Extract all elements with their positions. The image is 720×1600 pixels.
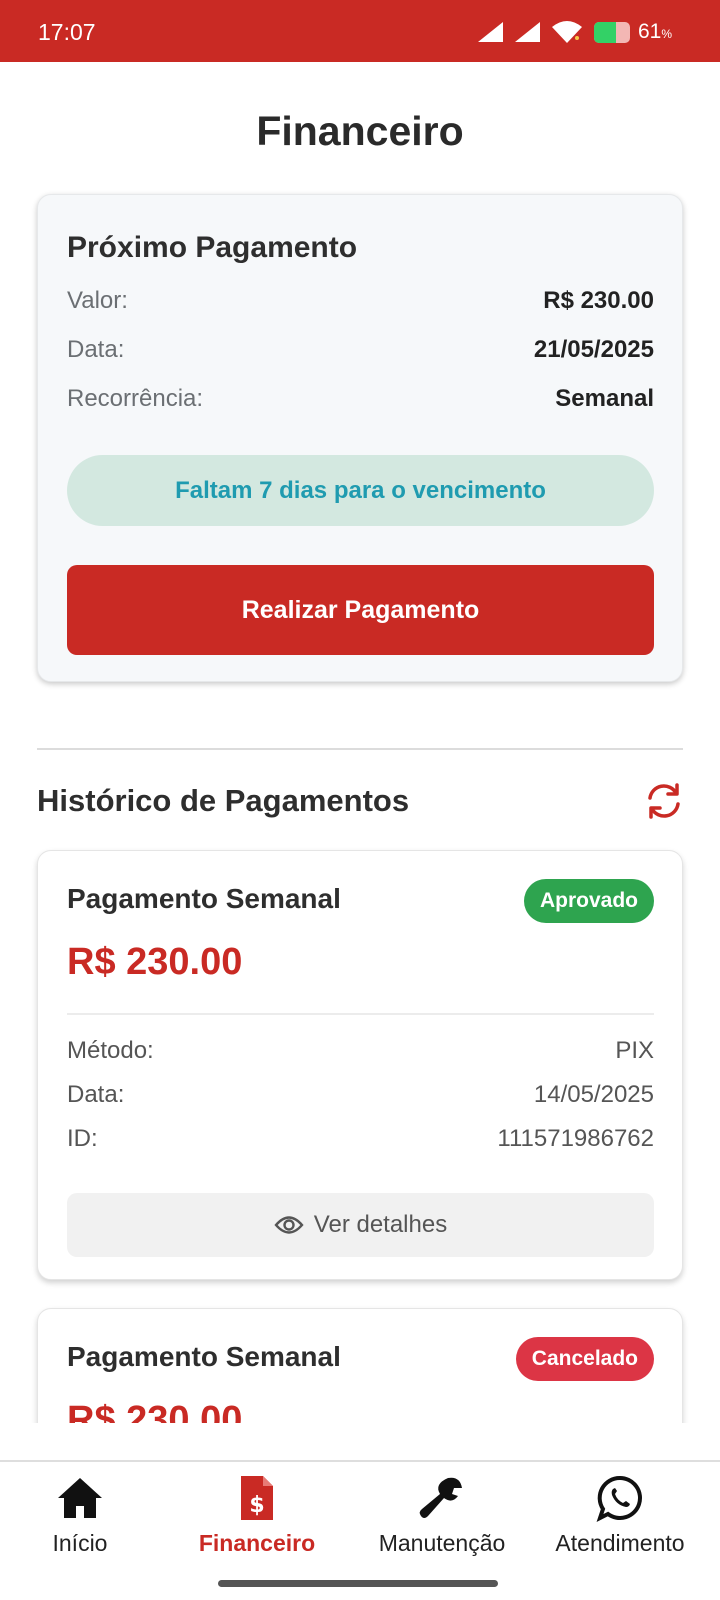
- home-icon: [58, 1478, 102, 1518]
- view-details-label: Ver detalhes: [313, 1211, 448, 1238]
- method-label: Método:: [67, 1037, 154, 1064]
- date-label: Data:: [67, 336, 125, 363]
- nav-label-atendimento: Atendimento: [555, 1530, 685, 1556]
- payment-date-row: Data: 14/05/2025: [67, 1081, 654, 1109]
- svg-text:$: $: [249, 1493, 264, 1518]
- make-payment-button[interactable]: Realizar Pagamento: [67, 565, 654, 655]
- nav-item-inicio[interactable]: Início: [0, 1474, 170, 1557]
- invoice-dollar-icon: $: [241, 1476, 273, 1520]
- payment-id-value: 111571986762: [497, 1125, 654, 1152]
- payment-card: Pagamento Semanal Cancelado R$ 230.00: [37, 1308, 683, 1423]
- value-label: Valor:: [67, 287, 128, 314]
- date-value: 21/05/2025: [533, 336, 654, 363]
- nav-item-financeiro[interactable]: $ Financeiro: [167, 1474, 347, 1557]
- next-payment-value-row: Valor: R$ 230.00: [67, 287, 654, 315]
- wrench-icon: [419, 1477, 462, 1518]
- payment-amount: R$ 230.00: [67, 941, 243, 983]
- next-payment-card: Próximo Pagamento Valor: R$ 230.00 Data:…: [37, 194, 683, 682]
- history-title: Histórico de Pagamentos: [37, 783, 410, 818]
- cell-signal-icon: [477, 22, 503, 42]
- card-divider: [67, 1013, 654, 1015]
- payment-history-list[interactable]: Pagamento Semanal Aprovado R$ 230.00 Mét…: [0, 840, 720, 1423]
- status-badge: Cancelado: [515, 1337, 654, 1381]
- due-notice: Faltam 7 dias para o vencimento: [67, 455, 654, 526]
- nav-label-inicio: Início: [52, 1530, 108, 1556]
- nav-label-manutencao: Manutenção: [378, 1530, 506, 1556]
- nav-item-manutencao[interactable]: Manutenção: [352, 1474, 532, 1557]
- cell-signal-2-icon: [514, 22, 540, 42]
- value-amount: R$ 230.00: [543, 287, 654, 314]
- status-icons: 61%: [477, 20, 672, 44]
- battery-fill: [593, 21, 616, 43]
- battery-icon: [593, 21, 630, 43]
- next-payment-recurrence-row: Recorrência: Semanal: [67, 385, 654, 413]
- payment-date-value: 14/05/2025: [533, 1081, 654, 1108]
- nav-label-financeiro: Financeiro: [198, 1530, 316, 1556]
- page-title: Financeiro: [256, 108, 464, 154]
- home-indicator[interactable]: [218, 1580, 498, 1587]
- payment-id-row: ID: 111571986762: [67, 1125, 654, 1153]
- payment-title: Pagamento Semanal: [67, 1341, 341, 1372]
- bottom-navigation: Início $ Financeiro Manutenção Atendimen…: [0, 1460, 720, 1600]
- battery-percentage: 61%: [637, 20, 672, 43]
- whatsapp-icon: [596, 1475, 642, 1522]
- recurrence-value: Semanal: [555, 385, 654, 412]
- method-value: PIX: [615, 1037, 654, 1064]
- wifi-icon: [551, 21, 582, 43]
- recurrence-label: Recorrência:: [67, 385, 204, 412]
- nav-item-atendimento[interactable]: Atendimento: [530, 1474, 710, 1557]
- method-row: Método: PIX: [67, 1037, 654, 1065]
- next-payment-date-row: Data: 21/05/2025: [67, 336, 654, 364]
- status-bar: 17:07 61%: [0, 0, 720, 62]
- payment-date-label: Data:: [67, 1081, 125, 1108]
- view-details-button[interactable]: Ver detalhes: [67, 1193, 654, 1257]
- eye-icon: [274, 1216, 304, 1234]
- payment-amount: R$ 230.00: [67, 1399, 243, 1423]
- refresh-icon[interactable]: [644, 781, 684, 821]
- payment-id-label: ID:: [67, 1125, 98, 1152]
- status-badge: Aprovado: [523, 879, 654, 923]
- section-divider: [37, 748, 683, 750]
- status-time: 17:07: [38, 19, 96, 45]
- payment-card: Pagamento Semanal Aprovado R$ 230.00 Mét…: [37, 850, 683, 1280]
- payment-title: Pagamento Semanal: [67, 883, 341, 914]
- next-payment-title: Próximo Pagamento: [67, 231, 358, 264]
